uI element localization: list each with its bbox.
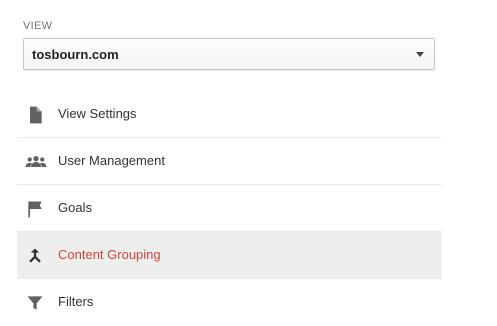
chevron-down-icon [416, 52, 424, 57]
merge-icon [25, 246, 45, 266]
menu-item-label: Filters [58, 294, 94, 309]
filter-icon [25, 293, 45, 313]
menu-item-content-grouping[interactable]: Content Grouping [17, 232, 442, 279]
menu-item-label: Content Grouping [58, 247, 161, 262]
flag-icon [25, 199, 45, 219]
menu-item-goals[interactable]: Goals [17, 185, 442, 232]
menu-item-label: Goals [58, 200, 92, 215]
people-icon [25, 152, 47, 172]
menu-item-label: User Management [58, 153, 165, 168]
view-label: VIEW [23, 20, 53, 32]
menu-item-view-settings[interactable]: View Settings [17, 91, 442, 138]
menu-item-user-management[interactable]: User Management [17, 138, 442, 185]
view-admin-menu: View Settings User Management Goals Cont… [17, 91, 442, 326]
view-selector-dropdown[interactable]: tosbourn.com [23, 38, 435, 70]
menu-item-filters[interactable]: Filters [17, 279, 442, 326]
view-selector-value: tosbourn.com [32, 47, 119, 62]
menu-item-label: View Settings [58, 106, 137, 121]
document-icon [25, 105, 45, 125]
